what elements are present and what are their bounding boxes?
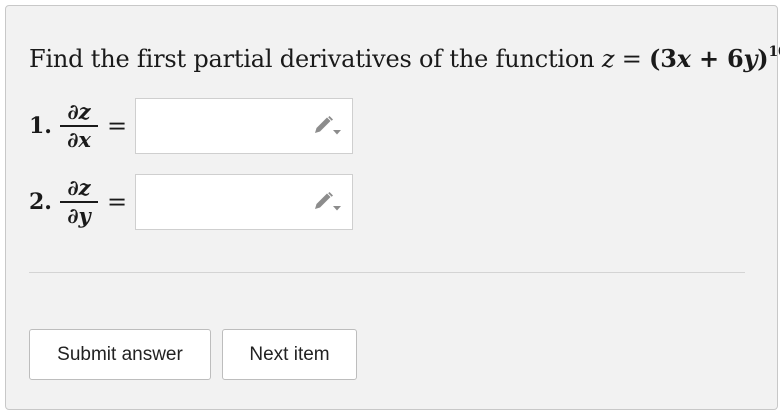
part-1: 1. ∂z ∂x = [29,96,353,156]
math-plus: + 6 [690,44,744,73]
next-item-button[interactable]: Next item [222,329,357,380]
equals-sign: = [106,188,128,216]
pencil-icon[interactable] [312,192,342,214]
math-var-z: z [601,45,615,73]
part-number: 1. [29,113,52,139]
equals-sign: = [106,112,128,140]
question-prefix: Find the first partial derivatives of th… [29,45,602,73]
partial-fraction: ∂z ∂y [59,175,99,229]
math-expr-open: (3 [649,44,677,73]
question-text: Find the first partial derivatives of th… [29,44,780,73]
fraction-denominator: ∂y [67,202,91,228]
math-var-y: y [743,44,758,73]
math-var-x: x [676,44,691,73]
pencil-icon[interactable] [312,116,342,138]
question-card: Find the first partial derivatives of th… [5,5,780,410]
math-close: ) [757,44,769,73]
math-equals: = [614,45,650,73]
submit-answer-button[interactable]: Submit answer [29,329,211,380]
fraction-denominator: ∂x [67,126,91,152]
fraction-numerator: ∂z [67,99,91,125]
divider [29,272,745,273]
answer-box-2 [135,174,353,230]
answer-box-1 [135,98,353,154]
part-number: 2. [29,189,52,215]
math-exponent: 10 [768,44,780,60]
partial-fraction: ∂z ∂x [59,99,99,153]
part-2: 2. ∂z ∂y = [29,172,353,232]
fraction-numerator: ∂z [67,175,91,201]
